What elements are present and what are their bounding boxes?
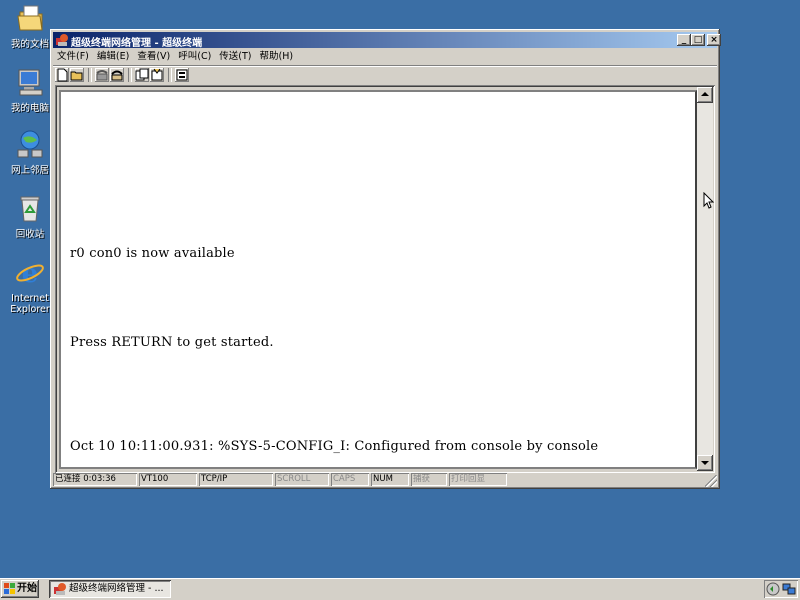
status-capture: 捕获 <box>411 473 447 486</box>
toolbar-separator <box>128 68 132 82</box>
status-num: NUM <box>371 473 409 486</box>
terminal-line: Press RETURN to get started. <box>70 335 274 350</box>
toolbar-separator <box>88 68 92 82</box>
menu-help[interactable]: 帮助(H) <box>256 49 298 65</box>
system-tray <box>764 580 798 598</box>
scroll-down-button[interactable] <box>697 455 713 471</box>
internet-explorer-icon: e <box>16 259 44 289</box>
status-print-echo: 打印回显 <box>449 473 507 486</box>
start-label: 开始 <box>17 583 37 594</box>
windows-flag-icon <box>4 583 15 594</box>
status-emulation: VT100 <box>139 473 197 486</box>
scroll-up-button[interactable] <box>697 87 713 103</box>
my-computer-icon <box>18 69 43 96</box>
menu-bar: 文件(F) 编辑(E) 查看(V) 呼叫(C) 传送(T) 帮助(H) <box>53 49 717 65</box>
open-icon[interactable] <box>70 68 84 82</box>
menu-transfer[interactable]: 传送(T) <box>215 49 255 65</box>
start-button[interactable]: 开始 <box>1 580 39 598</box>
taskbar-button-label: 超级终端网络管理 - ... <box>69 583 164 594</box>
status-protocol: TCP/IP <box>199 473 273 486</box>
title-bar[interactable]: 超级终端网络管理 - 超级终端 _ □ × <box>53 32 721 49</box>
mouse-cursor-icon <box>703 192 715 209</box>
status-caps: CAPS <box>331 473 369 486</box>
menu-edit[interactable]: 编辑(E) <box>93 49 133 65</box>
taskbar: 开始 超级终端网络管理 - ... <box>0 578 800 600</box>
call-icon[interactable] <box>110 68 124 82</box>
toolbar-separator <box>168 68 172 82</box>
terminal-screen[interactable]: r0 con0 is now available Press RETURN to… <box>59 90 697 469</box>
new-icon[interactable] <box>55 68 69 82</box>
recycle-bin-icon <box>20 196 40 222</box>
disconnect-phone-icon[interactable] <box>95 68 109 82</box>
my-documents-icon <box>17 5 43 31</box>
terminal-client-area: r0 con0 is now available Press RETURN to… <box>55 85 715 473</box>
hyperterminal-window[interactable]: 超级终端网络管理 - 超级终端 _ □ × 文件(F) 编辑(E) 查看(V) 呼叫(… <box>50 29 721 489</box>
status-bar: 已连接 0:03:36 VT100 TCP/IP SCROLL CAPS NUM… <box>53 473 717 487</box>
minimize-button[interactable]: _ <box>677 34 691 46</box>
window-title: 超级终端网络管理 - 超级终端 <box>71 38 203 49</box>
tray-volume-icon[interactable] <box>766 582 780 596</box>
menu-call[interactable]: 呼叫(C) <box>174 49 215 65</box>
svg-text:e: e <box>22 259 39 288</box>
network-places-icon <box>17 130 43 158</box>
terminal-line: r0 con0 is now available <box>70 246 235 261</box>
taskbar-button-hyperterminal[interactable]: 超级终端网络管理 - ... <box>49 580 171 598</box>
properties-icon[interactable] <box>175 68 189 82</box>
status-connection-time: 已连接 0:03:36 <box>53 473 137 486</box>
close-button[interactable]: × <box>707 34 721 46</box>
terminal-line: Oct 10 10:11:00.931: %SYS-5-CONFIG_I: Co… <box>70 439 599 454</box>
vertical-scrollbar[interactable] <box>697 87 713 471</box>
resize-grip[interactable] <box>705 475 717 487</box>
tray-network-icon[interactable] <box>782 582 796 596</box>
hyperterminal-app-icon <box>54 583 66 595</box>
maximize-button[interactable]: □ <box>691 34 705 46</box>
receive-icon[interactable] <box>150 68 164 82</box>
status-scroll: SCROLL <box>275 473 329 486</box>
menu-file[interactable]: 文件(F) <box>53 49 93 65</box>
menu-view[interactable]: 查看(V) <box>133 49 174 65</box>
send-icon[interactable] <box>135 68 149 82</box>
hyperterminal-app-icon <box>56 34 68 46</box>
toolbar <box>53 65 717 84</box>
